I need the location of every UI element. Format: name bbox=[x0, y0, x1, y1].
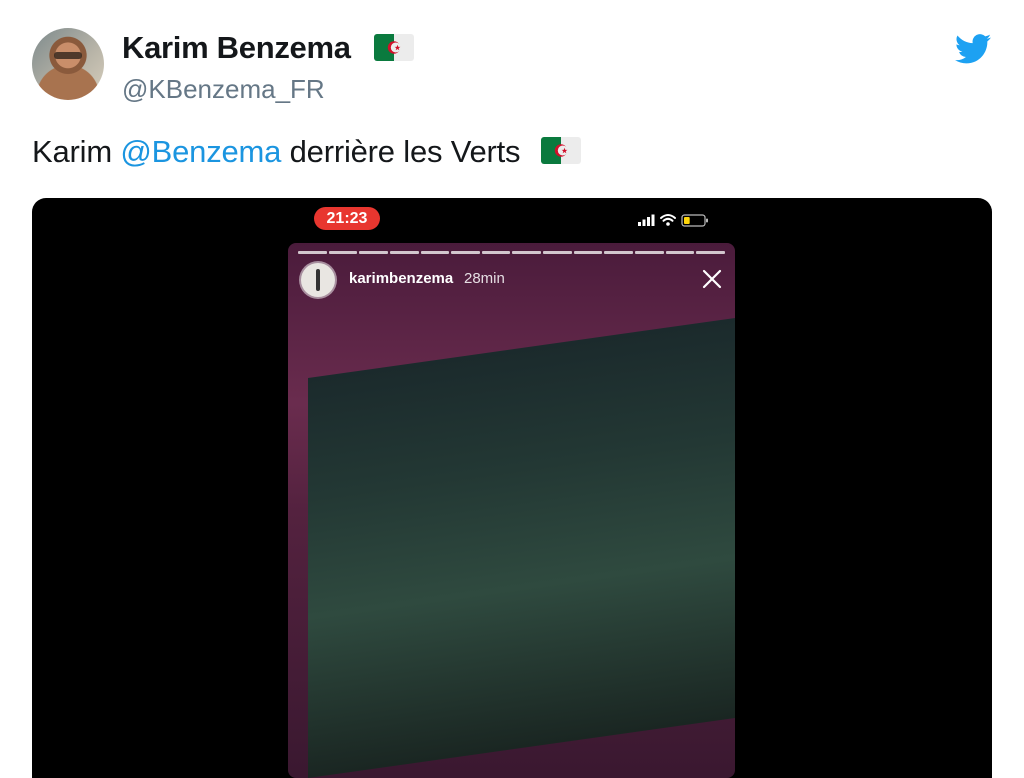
story-progress-segment bbox=[604, 251, 634, 254]
instagram-story: karimbenzema 28min bbox=[288, 243, 735, 778]
status-bar-time: 21:23 bbox=[314, 207, 380, 230]
story-progress-segment bbox=[328, 251, 358, 254]
story-progress-segment bbox=[665, 251, 695, 254]
story-progress-segment bbox=[696, 251, 725, 254]
story-progress-bar bbox=[298, 251, 725, 254]
status-bar-icons bbox=[638, 214, 708, 227]
story-progress-segment bbox=[359, 251, 388, 254]
story-progress-segment bbox=[543, 251, 572, 254]
author-name[interactable]: Karim Benzema bbox=[122, 30, 351, 66]
story-progress-segment bbox=[451, 251, 480, 254]
twitter-bird-icon[interactable] bbox=[955, 34, 991, 64]
signal-icon bbox=[638, 214, 655, 226]
battery-icon bbox=[681, 214, 708, 227]
story-progress-segment bbox=[481, 251, 511, 254]
story-progress-segment bbox=[298, 251, 327, 254]
author-avatar[interactable] bbox=[32, 28, 104, 100]
story-progress-segment bbox=[389, 251, 419, 254]
mention-link[interactable]: @Benzema bbox=[120, 134, 281, 169]
avatar-sunglasses bbox=[54, 52, 82, 59]
tweet-text: Karim @Benzema derrière les Verts bbox=[32, 134, 581, 170]
story-progress-segment bbox=[635, 251, 664, 254]
wifi-icon bbox=[660, 214, 676, 222]
story-age: 28min bbox=[464, 270, 505, 287]
algeria-flag-icon bbox=[540, 137, 581, 165]
story-avatar[interactable] bbox=[301, 263, 335, 297]
algeria-flag-icon bbox=[374, 34, 414, 61]
tweet-text-end: derrière les Verts bbox=[281, 134, 521, 169]
author-handle[interactable]: @KBenzema_FR bbox=[122, 74, 325, 105]
story-progress-segment bbox=[420, 251, 450, 254]
tweet-text-start: Karim bbox=[32, 134, 121, 169]
close-icon[interactable] bbox=[700, 267, 724, 291]
story-scene-placeholder bbox=[308, 316, 735, 778]
tweet-video[interactable]: 21:23 karimbenzema 28min bbox=[32, 198, 992, 778]
story-progress-segment bbox=[573, 251, 603, 254]
story-progress-segment bbox=[512, 251, 542, 254]
story-username[interactable]: karimbenzema bbox=[349, 270, 453, 287]
